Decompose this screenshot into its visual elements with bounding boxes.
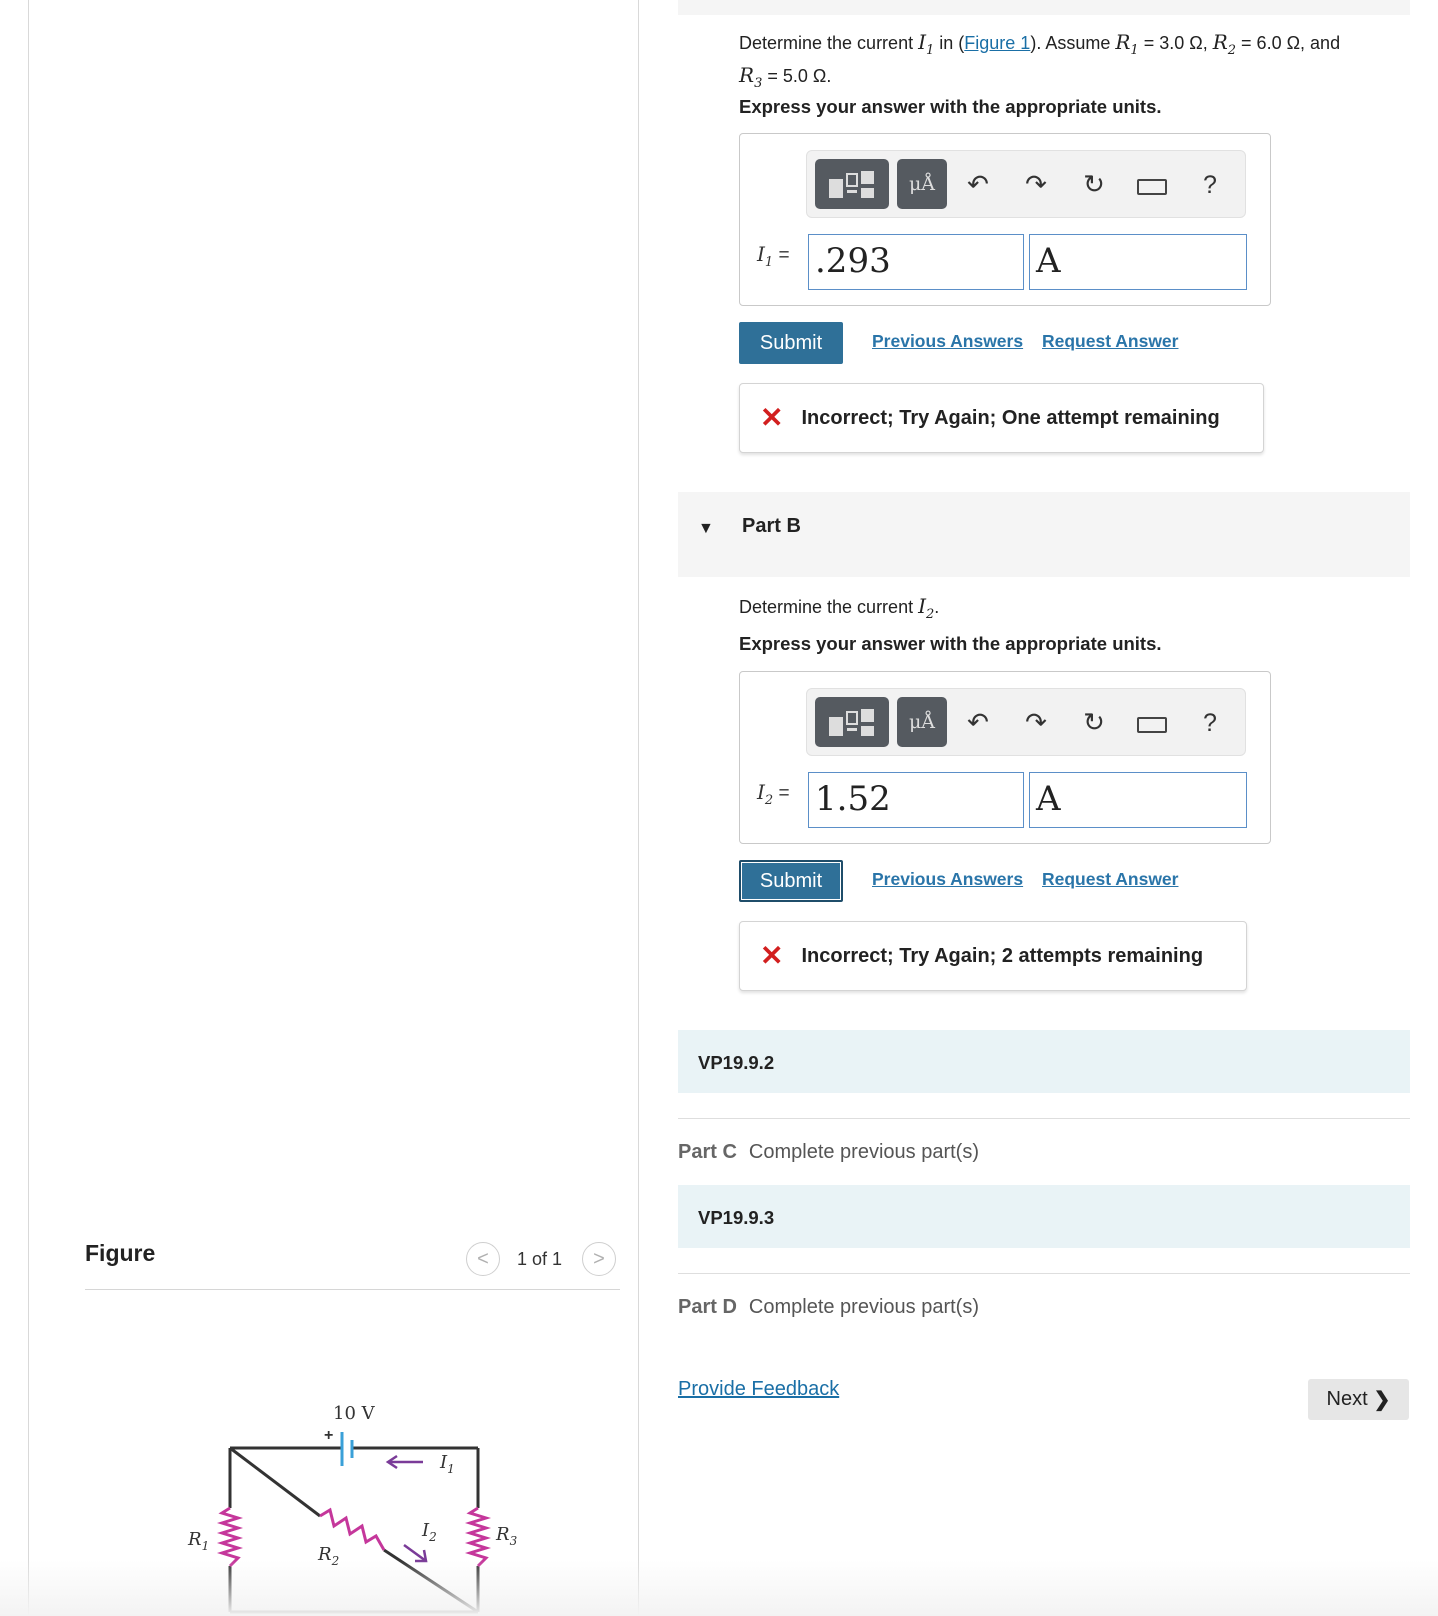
chevron-right-icon: ❯ — [1373, 1389, 1391, 1411]
part-b-previous-answers-link[interactable]: Previous Answers — [872, 869, 1023, 890]
templates-icon — [829, 709, 874, 736]
next-label: Next — [1326, 1388, 1368, 1410]
part-c-status: Complete previous part(s) — [748, 1141, 979, 1163]
part-c-label: Part C — [678, 1141, 737, 1163]
units-button[interactable]: μÅ — [897, 697, 947, 747]
templates-icon — [829, 171, 874, 198]
top-band — [678, 0, 1410, 15]
i2-label: I2 — [421, 1520, 437, 1544]
caret-down-icon[interactable]: ▼ — [698, 520, 714, 538]
part-a-variable-label: I1 = — [757, 242, 790, 270]
redo-icon[interactable]: ↷ — [1021, 707, 1051, 737]
templates-button[interactable] — [815, 159, 889, 209]
part-a-feedback: ✕ Incorrect; Try Again; One attempt rema… — [739, 383, 1264, 453]
column-divider — [638, 0, 639, 1616]
part-d-status: Complete previous part(s) — [748, 1296, 979, 1318]
figure-rule — [85, 1289, 620, 1290]
part-a-submit-button[interactable]: Submit — [739, 322, 843, 364]
figure-prev-button[interactable]: < — [466, 1242, 500, 1276]
provide-feedback-link[interactable]: Provide Feedback — [678, 1378, 839, 1401]
battery-label: 10 V — [333, 1403, 376, 1424]
part-b-instruction: Express your answer with the appropriate… — [739, 633, 1162, 654]
wire-diagonal-upper — [229, 1446, 321, 1518]
part-d-row: Part D Complete previous part(s) — [678, 1296, 979, 1319]
part-d-label: Part D — [678, 1296, 737, 1318]
r1-label: R1 — [187, 1529, 209, 1553]
part-d-rule — [678, 1273, 1410, 1274]
part-b-prompt: Determine the current I2. — [739, 594, 940, 622]
resistor-r1 — [216, 1506, 244, 1568]
battery-plus-sign: + — [324, 1427, 333, 1444]
vp-label-2: VP19.9.3 — [698, 1207, 775, 1228]
units-icon: μÅ — [908, 173, 936, 195]
help-icon[interactable]: ? — [1203, 171, 1217, 200]
vp-label-1: VP19.9.2 — [698, 1052, 775, 1073]
reset-icon[interactable]: ↻ — [1079, 707, 1109, 737]
part-b-feedback: ✕ Incorrect; Try Again; 2 attempts remai… — [739, 921, 1247, 991]
templates-button[interactable] — [815, 697, 889, 747]
bottom-fade — [0, 1560, 1438, 1616]
part-a-instruction: Express your answer with the appropriate… — [739, 96, 1162, 117]
part-b-answer-box: μÅ ↶ ↷ ↻ ? I2 = 1.52 A — [739, 671, 1271, 844]
part-b-variable-label: I2 = — [757, 780, 790, 808]
i2-arrow — [403, 1543, 427, 1563]
figure-pager: 1 of 1 — [517, 1249, 563, 1269]
part-a-feedback-text: Incorrect; Try Again; One attempt remain… — [801, 406, 1220, 429]
left-edge-rule — [28, 0, 29, 1616]
incorrect-x-icon: ✕ — [760, 402, 784, 433]
part-a-toolbar: μÅ ↶ ↷ ↻ ? — [806, 150, 1246, 218]
part-b-value-input[interactable]: 1.52 — [808, 772, 1024, 828]
chevron-left-icon: < — [477, 1247, 489, 1270]
part-a-unit-input[interactable]: A — [1029, 234, 1247, 290]
part-b-unit-input[interactable]: A — [1029, 772, 1247, 828]
incorrect-x-icon: ✕ — [760, 940, 784, 971]
figure-title: Figure — [85, 1240, 156, 1266]
part-b-toolbar: μÅ ↶ ↷ ↻ ? — [806, 688, 1246, 756]
part-b-request-answer-link[interactable]: Request Answer — [1042, 869, 1178, 890]
units-button[interactable]: μÅ — [897, 159, 947, 209]
vp-band-1: VP19.9.2 — [678, 1030, 1410, 1093]
part-a-previous-answers-link[interactable]: Previous Answers — [872, 331, 1023, 352]
part-b-title: Part B — [742, 515, 801, 537]
reset-icon[interactable]: ↻ — [1079, 169, 1109, 199]
figure-next-button[interactable]: > — [582, 1242, 616, 1276]
keyboard-icon[interactable] — [1137, 717, 1167, 733]
part-b-feedback-text: Incorrect; Try Again; 2 attempts remaini… — [801, 944, 1204, 967]
redo-icon[interactable]: ↷ — [1021, 169, 1051, 199]
keyboard-icon[interactable] — [1137, 179, 1167, 195]
chevron-right-icon: > — [593, 1247, 605, 1270]
undo-icon[interactable]: ↶ — [963, 707, 993, 737]
vp-band-2: VP19.9.3 — [678, 1185, 1410, 1248]
i1-label: I1 — [439, 1452, 455, 1476]
units-icon: μÅ — [908, 711, 936, 733]
part-c-rule — [678, 1118, 1410, 1119]
part-a-prompt: Determine the current I1 in (Figure 1). … — [739, 30, 1341, 91]
part-a-request-answer-link[interactable]: Request Answer — [1042, 331, 1178, 352]
part-a-answer-box: μÅ ↶ ↷ ↻ ? I1 = .293 A — [739, 133, 1271, 306]
part-b-submit-button[interactable]: Submit — [739, 860, 843, 902]
r3-label: R3 — [495, 1524, 518, 1548]
part-a-value-input[interactable]: .293 — [808, 234, 1024, 290]
part-c-row: Part C Complete previous part(s) — [678, 1141, 979, 1164]
next-button[interactable]: Next ❯ — [1308, 1379, 1409, 1420]
figure-link[interactable]: Figure 1 — [964, 33, 1030, 53]
resistor-r3 — [464, 1506, 492, 1568]
help-icon[interactable]: ? — [1203, 709, 1217, 738]
undo-icon[interactable]: ↶ — [963, 169, 993, 199]
